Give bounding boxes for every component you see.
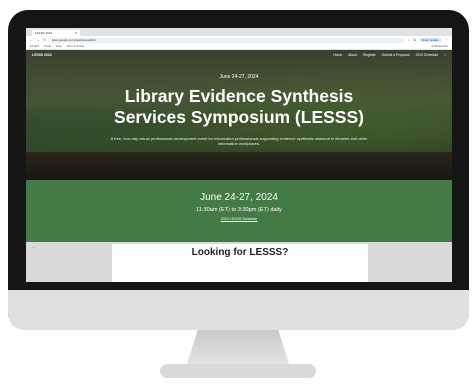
address-bar-row: ← → ↻ sites.google.com/view/lesss2024 ☆ … [26,36,452,44]
reload-icon[interactable]: ↻ [43,38,46,42]
bookmark-item[interactable]: All Tabs [30,45,39,48]
content-section: ⌃ Looking for LESSS? [26,242,452,282]
nav-home[interactable]: Home [333,53,342,57]
profile-button[interactable]: Finish update [418,38,442,42]
extensions-icon[interactable]: ⧉ [413,38,416,42]
title-line-2: Services Symposium (LESSS) [114,107,364,127]
all-bookmarks-link[interactable]: All Bookmarks [431,45,448,48]
bookmark-item[interactable]: Apps [56,45,62,48]
hero-section: LESSS 2024 Home About Register Submit a … [26,50,452,180]
browser-tab[interactable]: LESSS 2024 ✕ [32,30,80,36]
search-icon[interactable]: ⌕ [444,53,446,57]
tab-title: LESSS 2024 [35,31,53,35]
nav-register[interactable]: Register [363,53,376,57]
page-title: Library Evidence Synthesis Services Symp… [26,86,452,128]
url-text: sites.google.com/view/lesss2024 [51,38,96,42]
site-brand[interactable]: LESSS 2024 [32,53,52,57]
event-banner: June 24-27, 2024 11:30am (ET) to 3:30pm … [26,180,452,242]
close-icon[interactable]: ✕ [74,31,77,35]
hero-date: June 24-27, 2024 [219,74,259,80]
content-card: Looking for LESSS? [112,244,368,282]
nav-about[interactable]: About [348,53,357,57]
schedule-link[interactable]: 2024 LESSS Schedule [26,217,452,221]
card-title: Looking for LESSS? [191,247,289,258]
nav-schedule[interactable]: 2024 Schedule [415,53,438,57]
monitor-chin [8,290,469,330]
monitor-base [160,364,316,378]
hero-description: A free, four-day virtual professional de… [110,136,368,146]
site-nav: LESSS 2024 Home About Register Submit a … [26,50,452,60]
banner-time: 11:30am (ET) to 3:30pm (ET) daily [196,207,282,213]
banner-date: June 24-27, 2024 [200,192,278,203]
bookmark-item[interactable]: Docs & Sheets [67,45,84,48]
back-icon[interactable]: ← [30,38,34,42]
title-line-1: Library Evidence Synthesis [124,86,354,106]
nav-submit-proposal[interactable]: Submit a Proposal [382,53,410,57]
screen: LESSS 2024 ✕ ← → ↻ sites.google.com/view… [26,28,452,282]
chevron-up-icon[interactable]: ⌃ [32,246,35,251]
star-icon[interactable]: ☆ [407,38,410,42]
browser-tab-bar: LESSS 2024 ✕ [26,28,452,36]
forward-icon[interactable]: → [37,38,41,42]
url-input[interactable]: sites.google.com/view/lesss2024 [48,37,405,43]
menu-icon[interactable]: ⋮ [445,38,449,42]
hero-content: June 24-27, 2024 Library Evidence Synthe… [26,74,452,146]
bookmark-item[interactable]: Gmail [44,45,51,48]
